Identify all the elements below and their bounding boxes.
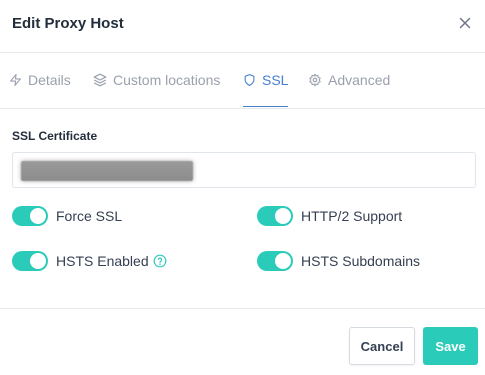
zap-icon xyxy=(10,74,21,86)
tab-advanced-label: Advanced xyxy=(328,72,391,88)
modal-title: Edit Proxy Host xyxy=(12,15,124,32)
hsts-enabled-switch[interactable] xyxy=(12,251,48,271)
hsts-enabled-label: HSTS Enabled xyxy=(56,253,149,269)
modal-header: Edit Proxy Host xyxy=(0,0,485,53)
cancel-button[interactable]: Cancel xyxy=(349,327,415,365)
force-ssl-toggle[interactable]: Force SSL xyxy=(12,206,122,226)
settings-icon xyxy=(309,73,321,87)
edit-proxy-host-modal: Edit Proxy Host Details Custom locations… xyxy=(0,0,485,374)
force-ssl-switch[interactable] xyxy=(12,206,48,226)
shield-icon xyxy=(244,73,255,86)
hsts-subdomains-label: HSTS Subdomains xyxy=(301,253,421,269)
ssl-certificate-select[interactable] xyxy=(12,152,476,188)
hsts-subdomains-switch[interactable] xyxy=(257,251,293,271)
http2-support-switch[interactable] xyxy=(257,206,293,226)
tab-details-label: Details xyxy=(28,72,71,88)
ssl-certificate-label: SSL Certificate xyxy=(12,129,98,143)
close-icon[interactable] xyxy=(456,14,474,32)
force-ssl-label: Force SSL xyxy=(56,208,123,224)
tab-custom-locations[interactable]: Custom locations xyxy=(93,53,220,107)
hsts-subdomains-toggle[interactable]: HSTS Subdomains xyxy=(257,251,420,271)
save-button[interactable]: Save xyxy=(423,327,478,365)
http2-support-label: HTTP/2 Support xyxy=(301,208,403,224)
tab-details[interactable]: Details xyxy=(9,53,71,107)
tab-advanced[interactable]: Advanced xyxy=(308,53,390,107)
http2-support-toggle[interactable]: HTTP/2 Support xyxy=(257,206,402,226)
modal-footer: Cancel Save xyxy=(0,308,485,375)
help-circle-icon[interactable] xyxy=(153,254,167,268)
redacted-certificate-value xyxy=(21,161,193,181)
tab-custom-locations-label: Custom locations xyxy=(113,72,221,88)
tab-ssl-label: SSL xyxy=(262,71,289,88)
tab-bar: Details Custom locations SSL Advanced xyxy=(0,53,485,109)
layers-icon xyxy=(93,73,107,87)
hsts-enabled-toggle[interactable]: HSTS Enabled xyxy=(12,251,167,271)
tab-ssl[interactable]: SSL xyxy=(243,53,289,107)
